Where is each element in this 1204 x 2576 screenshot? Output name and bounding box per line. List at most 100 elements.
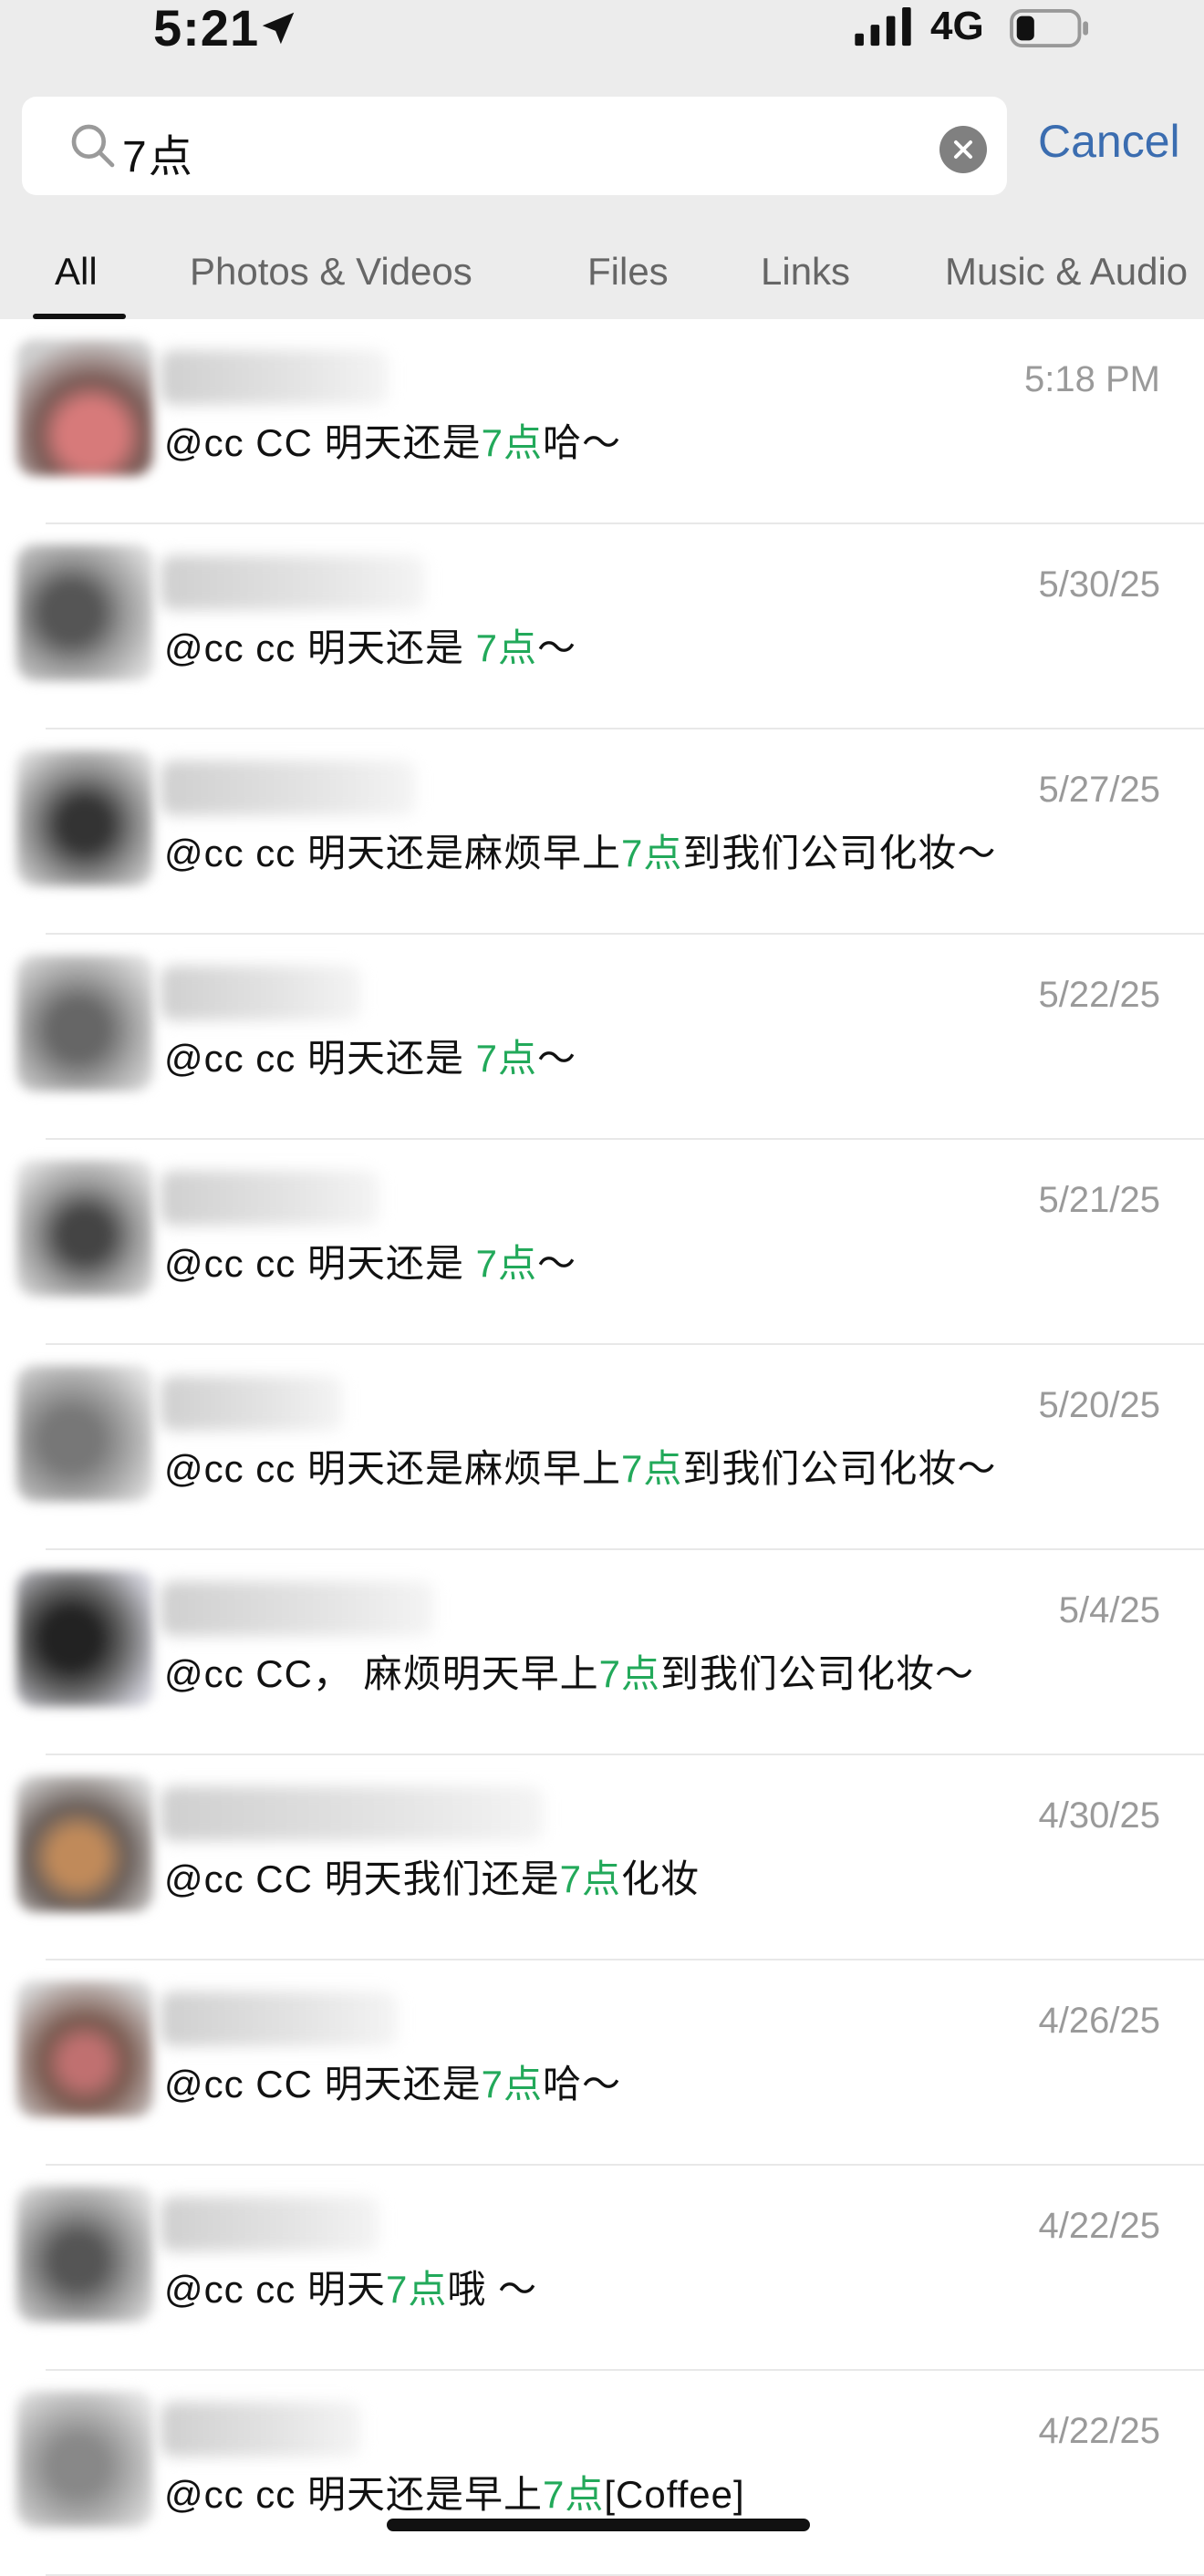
tab-links[interactable]: Links <box>761 250 850 294</box>
status-time: 5:21 <box>153 0 260 57</box>
match-highlight: 7点 <box>385 2268 448 2311</box>
message-text: 哈～ <box>543 421 622 464</box>
match-highlight: 7点 <box>620 832 683 874</box>
avatar <box>16 1775 153 1912</box>
message-snippet: @cc cc 明天还是 7点～ <box>164 1028 576 1083</box>
match-highlight: 7点 <box>475 1037 538 1080</box>
avatar <box>16 2186 153 2323</box>
tab-photos-videos[interactable]: Photos & Videos <box>190 250 472 294</box>
message-snippet: @cc cc 明天还是 7点～ <box>164 1233 576 1288</box>
message-snippet: @cc cc 明天还是 7点～ <box>164 617 576 673</box>
result-date: 4/26/25 <box>1038 2001 1160 2041</box>
sender-name-redacted <box>161 2197 379 2251</box>
result-row[interactable]: @cc CC， 麻烦明天早上7点到我们公司化妆～ 5/4/25 <box>0 1550 1204 1755</box>
match-highlight: 7点 <box>598 1652 660 1695</box>
sender-name-redacted <box>161 1581 434 1636</box>
result-row[interactable]: @cc cc 明天还是 7点～ 5/22/25 <box>0 935 1204 1140</box>
result-date: 5/30/25 <box>1038 564 1160 605</box>
sender-name-redacted <box>161 350 389 405</box>
status-bar: 5:21 4G <box>0 0 1204 64</box>
message-text: @cc CC 明天还是 <box>164 421 482 464</box>
sender-name-redacted <box>161 2402 361 2457</box>
message-snippet: @cc cc 明天7点哦 ～ <box>164 2259 537 2314</box>
message-text: @cc cc 明天还是麻烦早上 <box>164 1447 621 1490</box>
result-row[interactable]: @cc cc 明天还是麻烦早上7点到我们公司化妆～ 5/20/25 <box>0 1345 1204 1550</box>
result-row[interactable]: @cc cc 明天7点哦 ～ 4/22/25 <box>0 2166 1204 2371</box>
message-text: ～ <box>537 1037 577 1080</box>
tab-music-audio[interactable]: Music & Audio <box>945 250 1188 294</box>
sender-name-redacted <box>161 1171 379 1226</box>
match-highlight: 7点 <box>481 2063 543 2105</box>
message-text: @cc cc 明天 <box>164 2268 386 2311</box>
clear-search-icon[interactable] <box>939 126 987 173</box>
message-text: ～ <box>537 626 577 669</box>
message-text: 哈～ <box>543 2063 622 2105</box>
result-date: 5/20/25 <box>1038 1385 1160 1425</box>
tab-files[interactable]: Files <box>587 250 669 294</box>
message-text: @cc CC 明天还是 <box>164 2063 482 2105</box>
result-row[interactable]: @cc cc 明天还是麻烦早上7点到我们公司化妆～ 5/27/25 <box>0 729 1204 935</box>
result-date: 5/4/25 <box>1058 1590 1160 1630</box>
message-snippet: @cc cc 明天还是麻烦早上7点到我们公司化妆～ <box>164 1438 996 1494</box>
message-text: 到我们公司化妆～ <box>682 832 997 874</box>
message-text: @cc cc 明天还是 <box>164 1242 476 1285</box>
message-snippet: @cc CC， 麻烦明天早上7点到我们公司化妆～ <box>164 1643 974 1699</box>
avatar <box>16 1981 153 2117</box>
cellular-signal-icon <box>855 7 911 47</box>
match-highlight: 7点 <box>559 1857 621 1900</box>
search-input[interactable]: 7点 <box>122 120 194 184</box>
message-text: 哦 ～ <box>447 2268 538 2311</box>
message-snippet: @cc CC 明天还是7点哈～ <box>164 412 621 468</box>
message-text: @cc cc 明天还是麻烦早上 <box>164 832 621 874</box>
match-highlight: 7点 <box>481 421 543 464</box>
sender-name-redacted <box>161 1786 544 1841</box>
message-snippet: @cc cc 明天还是早上7点[Coffee] <box>164 2464 745 2519</box>
result-row[interactable]: @cc cc 明天还是早上7点[Coffee] 4/22/25 <box>0 2371 1204 2576</box>
network-type: 4G <box>930 4 984 48</box>
cancel-button[interactable]: Cancel <box>1038 115 1180 168</box>
message-text: 到我们公司化妆～ <box>660 1652 975 1695</box>
avatar <box>16 1365 153 1502</box>
result-date: 4/30/25 <box>1038 1795 1160 1836</box>
avatar <box>16 544 153 681</box>
sender-name-redacted <box>161 555 425 610</box>
message-text: @cc cc 明天还是 <box>164 1037 476 1080</box>
message-text: 到我们公司化妆～ <box>682 1447 997 1490</box>
sender-name-redacted <box>161 760 416 815</box>
avatar <box>16 955 153 1091</box>
message-text: ～ <box>537 1242 577 1285</box>
search-icon <box>71 124 115 168</box>
result-date: 4/22/25 <box>1038 2206 1160 2246</box>
result-row[interactable]: @cc cc 明天还是 7点～ 5/21/25 <box>0 1140 1204 1345</box>
sender-name-redacted <box>161 966 361 1020</box>
match-highlight: 7点 <box>475 626 538 669</box>
message-text: @cc cc 明天还是 <box>164 626 476 669</box>
message-text: @cc cc 明天还是早上 <box>164 2473 543 2516</box>
result-date: 5/27/25 <box>1038 770 1160 810</box>
filter-tabs: All Photos & Videos Files Links Music & … <box>0 239 1204 319</box>
message-snippet: @cc CC 明天我们还是7点化妆 <box>164 1848 700 1904</box>
result-row[interactable]: @cc CC 明天我们还是7点化妆 4/30/25 <box>0 1755 1204 1960</box>
message-snippet: @cc CC 明天还是7点哈～ <box>164 2054 621 2109</box>
match-highlight: 7点 <box>475 1242 538 1285</box>
result-row[interactable]: @cc CC 明天还是7点哈～ 5:18 PM <box>0 319 1204 524</box>
location-arrow-icon <box>262 12 295 45</box>
result-date: 5/21/25 <box>1038 1180 1160 1220</box>
result-date: 4/22/25 <box>1038 2411 1160 2451</box>
avatar <box>16 1160 153 1297</box>
result-row[interactable]: @cc cc 明天还是 7点～ 5/30/25 <box>0 524 1204 729</box>
message-text: 化妆 <box>621 1857 701 1900</box>
header-area: 5:21 4G 7点 Cancel All Photos & Videos Fi… <box>0 0 1204 319</box>
result-date: 5/22/25 <box>1038 975 1160 1015</box>
avatar <box>16 339 153 476</box>
message-text: @cc CC， 麻烦明天早上 <box>164 1652 599 1695</box>
search-bar[interactable]: 7点 <box>22 97 1007 195</box>
avatar <box>16 2391 153 2528</box>
tab-all[interactable]: All <box>55 250 98 294</box>
result-row[interactable]: @cc CC 明天还是7点哈～ 4/26/25 <box>0 1960 1204 2166</box>
battery-icon <box>1010 9 1088 47</box>
message-text: @cc CC 明天我们还是 <box>164 1857 560 1900</box>
message-snippet: @cc cc 明天还是麻烦早上7点到我们公司化妆～ <box>164 822 996 878</box>
match-highlight: 7点 <box>542 2473 605 2516</box>
home-indicator <box>387 2519 810 2531</box>
